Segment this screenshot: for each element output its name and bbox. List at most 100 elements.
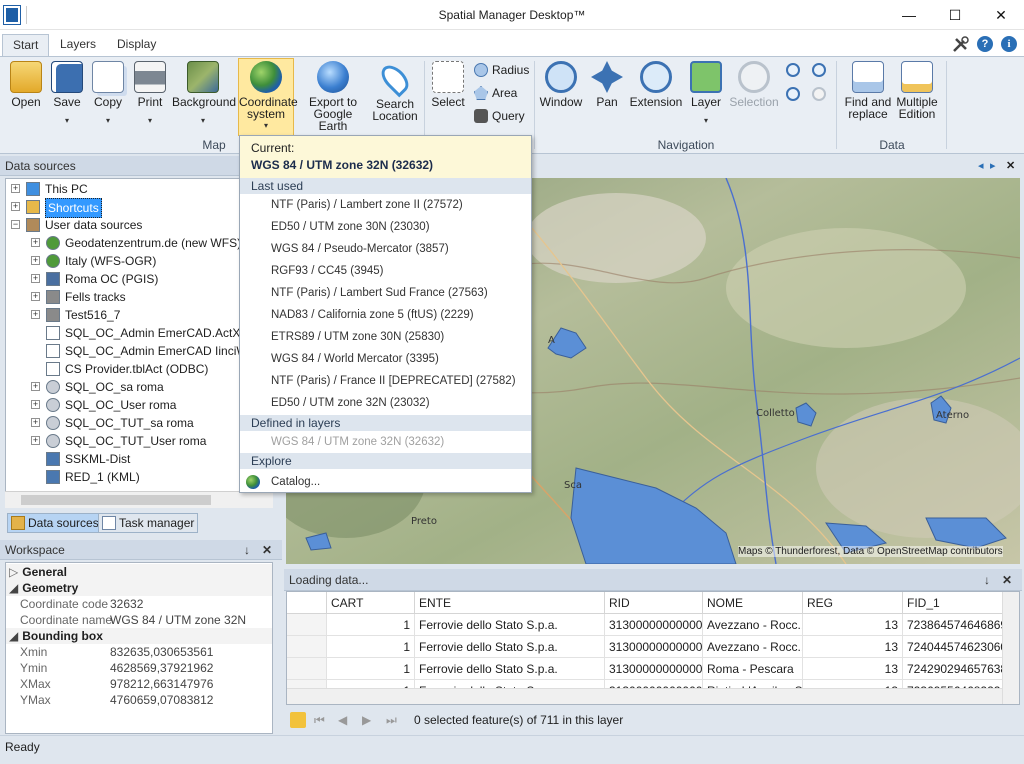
expand-icon[interactable]: + bbox=[31, 292, 40, 301]
column-header[interactable]: REG bbox=[803, 592, 903, 614]
tree-item[interactable]: + SQL_OC_TUT_User roma bbox=[6, 432, 272, 450]
column-header[interactable]: CART bbox=[327, 592, 415, 614]
scrollbar-thumb[interactable] bbox=[21, 495, 211, 505]
coordinate-system-button[interactable]: Coordinate system ▾ bbox=[238, 58, 298, 136]
pin-icon[interactable]: ↓ bbox=[244, 540, 250, 560]
tree-item[interactable]: SQL_OC_Admin EmerCAD IinciW bbox=[6, 342, 272, 360]
close-panel-icon[interactable]: ✕ bbox=[1002, 569, 1012, 591]
table-cell[interactable]: 1 bbox=[327, 658, 415, 680]
table-cell[interactable]: 313000000000003 bbox=[605, 658, 703, 680]
table-cell[interactable]: Avezzano - Rocc... bbox=[703, 636, 803, 658]
coordinate-system-item[interactable]: NTF (Paris) / France II [DEPRECATED] (27… bbox=[240, 370, 531, 392]
layer-zoom-button[interactable]: Layer ▾ bbox=[686, 59, 726, 139]
tab-task-manager[interactable]: Task manager bbox=[98, 513, 199, 533]
save-dropdown-icon[interactable]: ▾ bbox=[48, 116, 86, 125]
row-header[interactable] bbox=[287, 614, 327, 636]
next-page-icon[interactable]: ▶ bbox=[362, 708, 371, 732]
info-icon[interactable]: i bbox=[1001, 36, 1017, 52]
tools-icon[interactable] bbox=[951, 36, 969, 54]
table-horizontal-scrollbar[interactable] bbox=[287, 688, 1002, 704]
row-header[interactable] bbox=[287, 636, 327, 658]
table-cell[interactable]: 313000000000001 bbox=[605, 614, 703, 636]
column-header[interactable]: ENTE bbox=[415, 592, 605, 614]
table-cell[interactable]: 13 bbox=[803, 614, 903, 636]
save-button[interactable]: Save ▾ bbox=[48, 59, 86, 139]
search-location-button[interactable]: Search Location bbox=[370, 59, 420, 139]
tree-item[interactable]: + Shortcuts bbox=[6, 198, 272, 218]
open-button[interactable]: Open bbox=[6, 59, 46, 139]
minimize-button[interactable]: — bbox=[886, 0, 932, 30]
window-zoom-button[interactable]: Window bbox=[538, 59, 584, 139]
layer-dropdown-icon[interactable]: ▾ bbox=[686, 116, 726, 125]
tree-horizontal-scrollbar[interactable] bbox=[5, 491, 273, 508]
tree-item[interactable]: + This PC bbox=[6, 180, 272, 198]
first-page-icon[interactable]: ⏮ bbox=[314, 708, 325, 732]
category-geometry[interactable]: ◢ Geometry bbox=[6, 580, 272, 596]
coordinate-system-item[interactable]: ED50 / UTM zone 32N (23032) bbox=[240, 392, 531, 414]
coordinate-system-item[interactable]: NTF (Paris) / Lambert Sud France (27563) bbox=[240, 282, 531, 304]
print-button[interactable]: Print ▾ bbox=[130, 59, 170, 139]
tree-item[interactable]: + Roma OC (PGIS) bbox=[6, 270, 272, 288]
help-icon[interactable]: ? bbox=[977, 36, 993, 52]
table-cell[interactable]: 13 bbox=[803, 658, 903, 680]
refresh-icon[interactable] bbox=[290, 712, 306, 728]
close-panel-icon[interactable]: ✕ bbox=[262, 540, 272, 560]
coordinate-system-item[interactable]: NAD83 / California zone 5 (ftUS) (2229) bbox=[240, 304, 531, 326]
table-cell[interactable]: 1 bbox=[327, 614, 415, 636]
map-next-icon[interactable]: ▸ bbox=[990, 159, 996, 172]
copy-dropdown-icon[interactable]: ▾ bbox=[88, 116, 128, 125]
tree-item[interactable]: RED_1 (KML) bbox=[6, 468, 272, 486]
coordinate-system-item[interactable]: WGS 84 / World Mercator (3395) bbox=[240, 348, 531, 370]
tree-item[interactable]: + SQL_OC_sa roma bbox=[6, 378, 272, 396]
table-cell[interactable]: 313000000000002 bbox=[605, 636, 703, 658]
expand-icon[interactable]: + bbox=[31, 256, 40, 265]
find-replace-button[interactable]: Find and replace bbox=[842, 59, 894, 139]
print-dropdown-icon[interactable]: ▾ bbox=[130, 116, 170, 125]
coordinate-system-item[interactable]: ETRS89 / UTM zone 30N (25830) bbox=[240, 326, 531, 348]
tree-item[interactable]: CS Provider.tblAct (ODBC) bbox=[6, 360, 272, 378]
catalog-item[interactable]: Catalog... bbox=[240, 471, 531, 493]
last-page-icon[interactable]: ⏭ bbox=[386, 708, 397, 732]
expand-icon[interactable]: + bbox=[31, 382, 40, 391]
expand-icon[interactable]: + bbox=[31, 418, 40, 427]
expand-icon[interactable]: + bbox=[31, 238, 40, 247]
zoom-in-icon[interactable] bbox=[786, 63, 800, 77]
tree-item[interactable]: + SQL_OC_User roma bbox=[6, 396, 272, 414]
coordinate-system-item[interactable]: WGS 84 / Pseudo-Mercator (3857) bbox=[240, 238, 531, 260]
tree-item[interactable]: + SQL_OC_TUT_sa roma bbox=[6, 414, 272, 432]
row-header[interactable] bbox=[287, 658, 327, 680]
tree-item[interactable]: SQL_OC_Admin EmerCAD.ActXY bbox=[6, 324, 272, 342]
table-cell[interactable]: Roma - Pescara bbox=[703, 658, 803, 680]
tab-layers[interactable]: Layers bbox=[50, 34, 106, 56]
table-cell[interactable]: Avezzano - Rocc... bbox=[703, 614, 803, 636]
pan-button[interactable]: Pan bbox=[588, 59, 626, 139]
map-close-icon[interactable]: ✕ bbox=[1006, 159, 1015, 172]
category-general[interactable]: ▷ General bbox=[6, 564, 272, 580]
pin-icon[interactable]: ↓ bbox=[984, 569, 990, 591]
copy-button[interactable]: Copy ▾ bbox=[88, 59, 128, 139]
coordinate-system-item[interactable]: NTF (Paris) / Lambert zone II (27572) bbox=[240, 194, 531, 216]
background-button[interactable]: Background ▾ bbox=[172, 59, 236, 139]
zoom-out-icon[interactable] bbox=[812, 63, 826, 77]
collapse-icon[interactable]: − bbox=[11, 220, 20, 229]
column-header[interactable]: RID bbox=[605, 592, 703, 614]
table-vertical-scrollbar[interactable] bbox=[1002, 592, 1019, 704]
coordinate-dropdown-icon[interactable]: ▾ bbox=[239, 121, 293, 130]
extension-button[interactable]: Extension bbox=[628, 59, 684, 139]
tab-start[interactable]: Start bbox=[2, 34, 50, 56]
map-prev-icon[interactable]: ◂ bbox=[978, 159, 984, 172]
tab-display[interactable]: Display bbox=[107, 34, 166, 56]
column-header[interactable]: NOME bbox=[703, 592, 803, 614]
tab-data-sources[interactable]: Data sources bbox=[7, 513, 103, 533]
zoom-previous-icon[interactable] bbox=[786, 87, 800, 101]
coordinate-system-item[interactable]: RGF93 / CC45 (3945) bbox=[240, 260, 531, 282]
table-cell[interactable]: 13 bbox=[803, 636, 903, 658]
selection-zoom-button[interactable]: Selection bbox=[728, 59, 780, 139]
tree-item[interactable]: + Geodatenzentrum.de (new WFS) bbox=[6, 234, 272, 252]
tree-item[interactable]: + Italy (WFS-OGR) bbox=[6, 252, 272, 270]
expand-icon[interactable]: + bbox=[31, 274, 40, 283]
prev-page-icon[interactable]: ◀ bbox=[338, 708, 347, 732]
tree-item[interactable]: SSKML-Dist bbox=[6, 450, 272, 468]
category-bounding-box[interactable]: ◢ Bounding box bbox=[6, 628, 272, 644]
multiple-edition-button[interactable]: Multiple Edition bbox=[894, 59, 940, 139]
